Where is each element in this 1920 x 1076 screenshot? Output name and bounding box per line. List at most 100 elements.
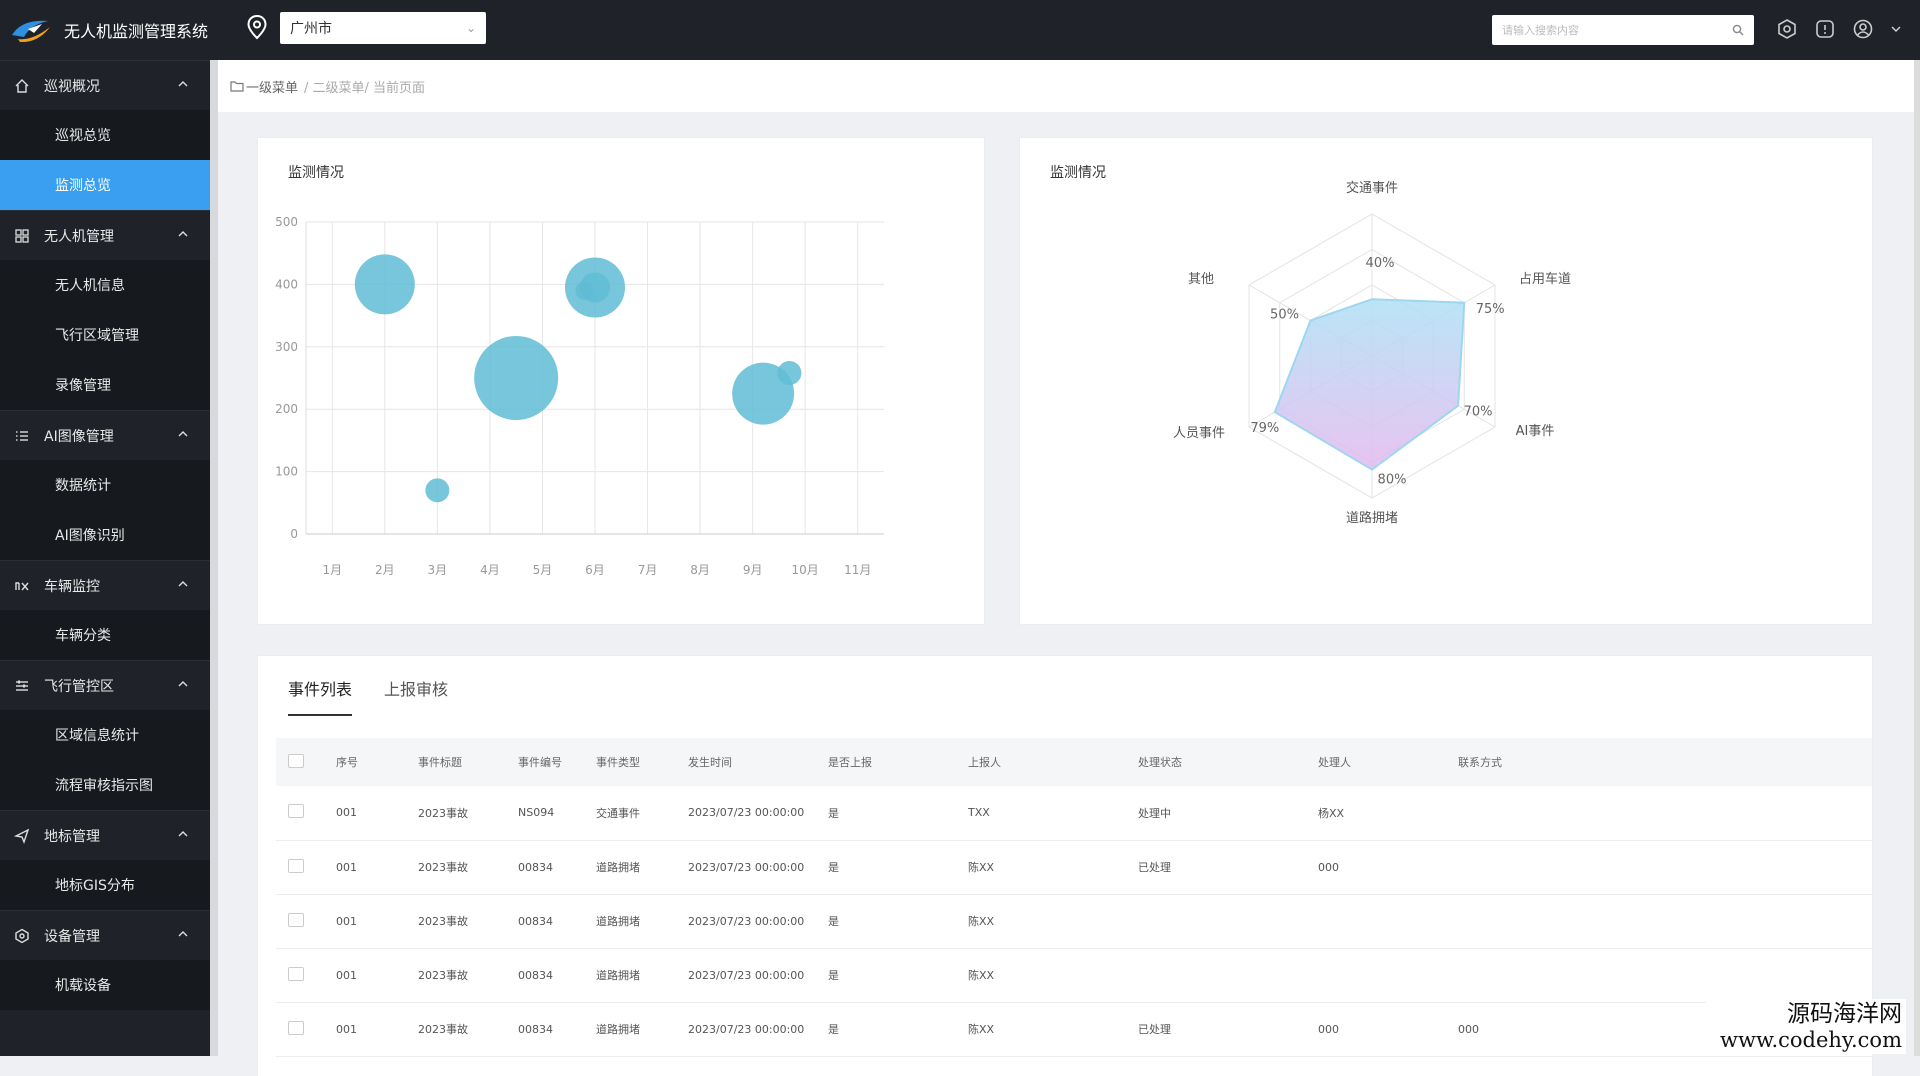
sidebar-group-2[interactable]: AI图像管理 xyxy=(0,410,210,460)
chevron-up-icon[interactable] xyxy=(176,427,190,441)
chevron-up-icon[interactable] xyxy=(176,77,190,91)
tab-event-list[interactable]: 事件列表 xyxy=(288,676,352,716)
sidebar-item-2-0[interactable]: 数据统计 xyxy=(0,460,210,510)
sidebar-item-1-2[interactable]: 录像管理 xyxy=(0,360,210,410)
sidebar-item-0-0[interactable]: 巡视总览 xyxy=(0,110,210,160)
search-input[interactable]: 请输入搜索内容 xyxy=(1492,15,1754,45)
row-checkbox[interactable] xyxy=(288,967,304,981)
help-icon[interactable] xyxy=(1776,18,1798,40)
city-select-value: 广州市 xyxy=(290,18,332,38)
column-header[interactable]: 上报人 xyxy=(956,738,1126,786)
sidebar-item-0-1[interactable]: 监测总览 xyxy=(0,160,210,210)
x-tick-label: 1月 xyxy=(322,563,342,577)
y-tick-label: 100 xyxy=(275,465,298,479)
table-row[interactable]: 0012023事故00834道路拥堵2023/07/23 00:00:00是陈X… xyxy=(276,840,1872,894)
table-cell: 杨XX xyxy=(1306,786,1446,840)
row-checkbox[interactable] xyxy=(288,804,304,818)
city-select[interactable]: 广州市 ⌄ xyxy=(280,12,486,44)
event-list-card: 事件列表 上报审核 序号事件标题事件编号事件类型发生时间是否上报上报人处理状态处… xyxy=(258,656,1872,1076)
sidebar-item-6-0[interactable]: 机载设备 xyxy=(0,960,210,1010)
breadcrumb-level1[interactable]: 一级菜单 xyxy=(246,77,298,96)
table-cell: 陈XX xyxy=(956,894,1126,948)
table-cell xyxy=(1446,786,1872,840)
column-header[interactable]: 序号 xyxy=(324,738,406,786)
sidebar-item-2-1[interactable]: AI图像识别 xyxy=(0,510,210,560)
breadcrumb: 一级菜单 / 二级菜单/ 当前页面 xyxy=(218,60,1914,112)
row-checkbox[interactable] xyxy=(288,1021,304,1035)
table-cell: 是 xyxy=(816,894,956,948)
x-tick-label: 10月 xyxy=(792,563,819,577)
table-cell: 已处理 xyxy=(1126,840,1306,894)
table-cell: 2023事故 xyxy=(406,840,506,894)
x-tick-label: 6月 xyxy=(585,563,605,577)
chevron-up-icon[interactable] xyxy=(176,827,190,841)
column-header[interactable]: 事件类型 xyxy=(584,738,676,786)
chevron-up-icon[interactable] xyxy=(176,927,190,941)
sidebar-group-4[interactable]: 飞行管控区 xyxy=(0,660,210,710)
sidebar-group-0[interactable]: 巡视概况 xyxy=(0,60,210,110)
chevron-down-icon[interactable] xyxy=(1890,23,1902,35)
table-cell: 交通事件 xyxy=(584,786,676,840)
sidebar-item-5-0[interactable]: 地标GIS分布 xyxy=(0,860,210,910)
chevron-up-icon[interactable] xyxy=(176,227,190,241)
home-icon xyxy=(14,78,30,94)
table-row[interactable]: 0012023事故NS094交通事件2023/07/23 00:00:00是TX… xyxy=(276,786,1872,840)
table-row[interactable]: 0012023事故00834道路拥堵2023/07/23 00:00:00是陈X… xyxy=(276,1002,1872,1056)
top-bar: 无人机监测管理系统 广州市 ⌄ 请输入搜索内容 xyxy=(0,0,1920,60)
sidebar-item-4-0[interactable]: 区域信息统计 xyxy=(0,710,210,760)
brand[interactable]: 无人机监测管理系统 xyxy=(0,0,212,60)
column-header[interactable]: 是否上报 xyxy=(816,738,956,786)
sidebar-scrollbar[interactable] xyxy=(210,60,218,1056)
sidebar-item-3-0[interactable]: 车辆分类 xyxy=(0,610,210,660)
table-cell: 2023事故 xyxy=(406,894,506,948)
table-cell: 2023/07/23 00:00:00 xyxy=(676,948,816,1002)
column-header[interactable]: 事件编号 xyxy=(506,738,584,786)
column-header[interactable]: 处理人 xyxy=(1306,738,1446,786)
main-scrollbar[interactable] xyxy=(1914,60,1920,1056)
top-icons xyxy=(1776,18,1902,40)
sidebar-group-label: 地标管理 xyxy=(44,826,100,846)
chevron-up-icon[interactable] xyxy=(176,577,190,591)
table-row[interactable]: 0012023事故00834道路拥堵2023/07/23 00:00:00是陈X… xyxy=(276,894,1872,948)
table-cell: 2023事故 xyxy=(406,948,506,1002)
table-cell xyxy=(1126,948,1306,1002)
column-header[interactable]: 联系方式 xyxy=(1446,738,1872,786)
sidebar-group-5[interactable]: 地标管理 xyxy=(0,810,210,860)
user-icon[interactable] xyxy=(1852,18,1874,40)
row-checkbox-cell xyxy=(276,894,324,948)
row-checkbox[interactable] xyxy=(288,859,304,873)
chevron-up-icon[interactable] xyxy=(176,677,190,691)
table-cell: 00834 xyxy=(506,948,584,1002)
tab-report-review[interactable]: 上报审核 xyxy=(384,676,448,716)
list-icon xyxy=(14,428,30,444)
x-tick-label: 8月 xyxy=(690,563,710,577)
radar-axis-label: AI事件 xyxy=(1516,424,1555,439)
chevron-down-icon: ⌄ xyxy=(466,21,476,35)
app-title: 无人机监测管理系统 xyxy=(64,18,208,42)
row-checkbox[interactable] xyxy=(288,913,304,927)
table-row[interactable]: 0012023事故00834道路拥堵2023/07/23 00:00:00是陈X… xyxy=(276,948,1872,1002)
table-cell: 2023事故 xyxy=(406,786,506,840)
y-tick-label: 300 xyxy=(275,340,298,354)
column-header[interactable]: 发生时间 xyxy=(676,738,816,786)
column-header[interactable]: 处理状态 xyxy=(1126,738,1306,786)
select-all-checkbox[interactable] xyxy=(288,754,304,768)
message-icon[interactable] xyxy=(1814,18,1836,40)
table-cell: 陈XX xyxy=(956,840,1126,894)
sidebar-item-1-0[interactable]: 无人机信息 xyxy=(0,260,210,310)
sidebar-group-3[interactable]: 车辆监控 xyxy=(0,560,210,610)
sidebar-group-6[interactable]: 设备管理 xyxy=(0,910,210,960)
radar-value-label: 40% xyxy=(1366,256,1395,271)
folder-icon xyxy=(230,80,244,92)
search-icon[interactable] xyxy=(1732,24,1744,36)
sidebar-group-1[interactable]: 无人机管理 xyxy=(0,210,210,260)
column-header[interactable]: 事件标题 xyxy=(406,738,506,786)
breadcrumb-rest: / 二级菜单/ 当前页面 xyxy=(304,77,425,96)
event-tabs: 事件列表 上报审核 xyxy=(288,676,448,716)
radar-axis-label: 占用车道 xyxy=(1519,271,1571,287)
car-icon xyxy=(14,578,30,594)
table-cell: 2023/07/23 00:00:00 xyxy=(676,894,816,948)
location-pin-icon[interactable] xyxy=(246,14,268,40)
sidebar-item-4-1[interactable]: 流程审核指示图 xyxy=(0,760,210,810)
sidebar-item-1-1[interactable]: 飞行区域管理 xyxy=(0,310,210,360)
